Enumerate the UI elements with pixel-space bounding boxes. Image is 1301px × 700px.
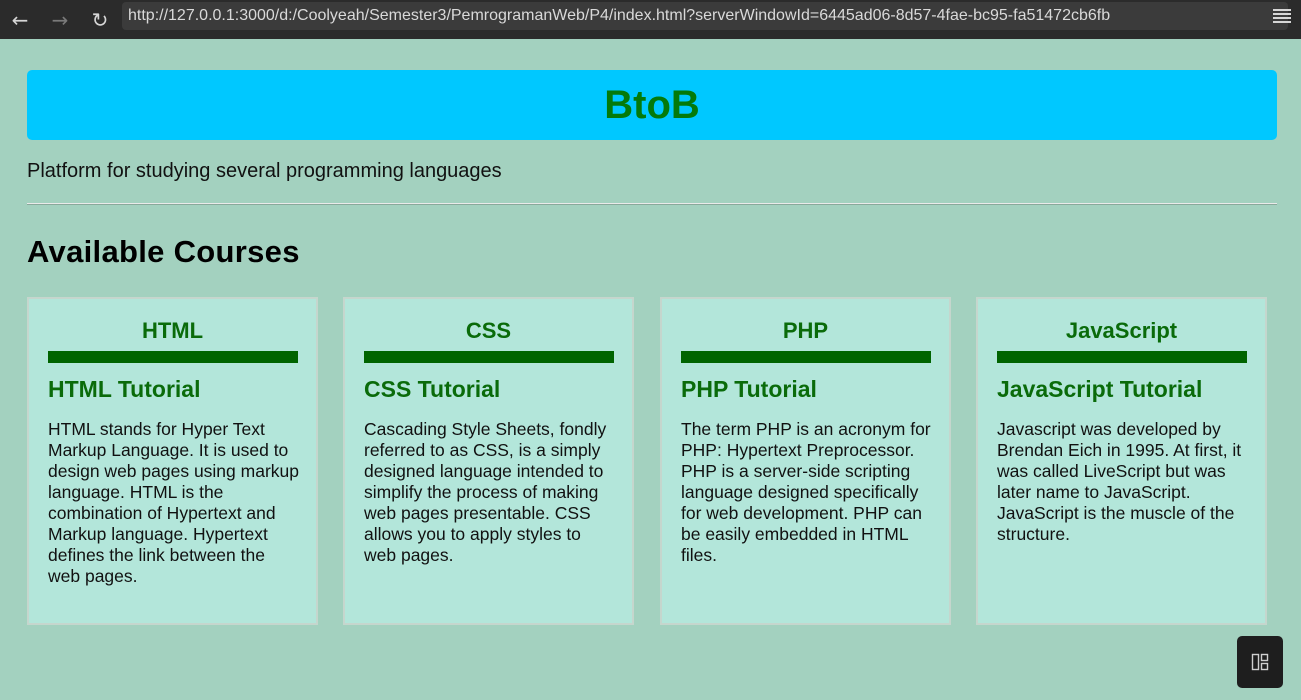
course-card-subtitle: HTML Tutorial: [48, 376, 201, 402]
course-card-javascript: JavaScript JavaScript Tutorial Javascrip…: [976, 297, 1267, 625]
forward-arrow-icon[interactable]: →: [40, 4, 80, 36]
reload-icon[interactable]: ↻: [80, 4, 120, 36]
address-bar[interactable]: http://127.0.0.1:3000/d:/Coolyeah/Semest…: [122, 2, 1288, 30]
course-card-title: JavaScript: [1065, 318, 1178, 343]
course-card-description: Cascading Style Sheets, fondly referred …: [364, 419, 607, 565]
menu-line: [1273, 21, 1291, 23]
divider: [27, 203, 1277, 205]
course-card-title: HTML: [141, 318, 204, 343]
hamburger-menu-icon[interactable]: [1271, 6, 1293, 26]
browser-toolbar: ← → ↻ http://127.0.0.1:3000/d:/Coolyeah/…: [0, 0, 1301, 39]
menu-line: [1273, 9, 1291, 11]
back-arrow-icon[interactable]: ←: [0, 4, 40, 36]
course-card-bar: [997, 351, 1247, 363]
course-card-description: The term PHP is an acronym for PHP: Hype…: [681, 419, 931, 565]
course-card-subtitle: PHP Tutorial: [681, 376, 817, 402]
layout-panel-button[interactable]: [1237, 636, 1283, 688]
menu-line: [1273, 17, 1291, 19]
course-card-subtitle: JavaScript Tutorial: [997, 376, 1203, 402]
course-card-css: CSS CSS Tutorial Cascading Style Sheets,…: [343, 297, 634, 625]
site-header: BtoB: [27, 70, 1277, 140]
menu-line: [1273, 13, 1291, 15]
tagline: Platform for studying several programmin…: [27, 160, 502, 182]
course-card-title: PHP: [782, 318, 829, 343]
section-title: Available Courses: [27, 234, 300, 269]
course-card-description: Javascript was developed by Brendan Eich…: [997, 419, 1242, 544]
course-card-bar: [48, 351, 298, 363]
brand-title: BtoB: [604, 82, 700, 127]
course-card-description: HTML stands for Hyper Text Markup Langua…: [48, 419, 299, 586]
course-card-php: PHP PHP Tutorial The term PHP is an acro…: [660, 297, 951, 625]
course-card-html: HTML HTML Tutorial HTML stands for Hyper…: [27, 297, 318, 625]
course-card-bar: [364, 351, 614, 363]
course-card-subtitle: CSS Tutorial: [364, 376, 501, 402]
course-card-title: CSS: [465, 318, 512, 343]
course-card-bar: [681, 351, 931, 363]
layout-panel-icon: [1251, 653, 1269, 671]
course-grid: HTML HTML Tutorial HTML stands for Hyper…: [27, 297, 1277, 625]
